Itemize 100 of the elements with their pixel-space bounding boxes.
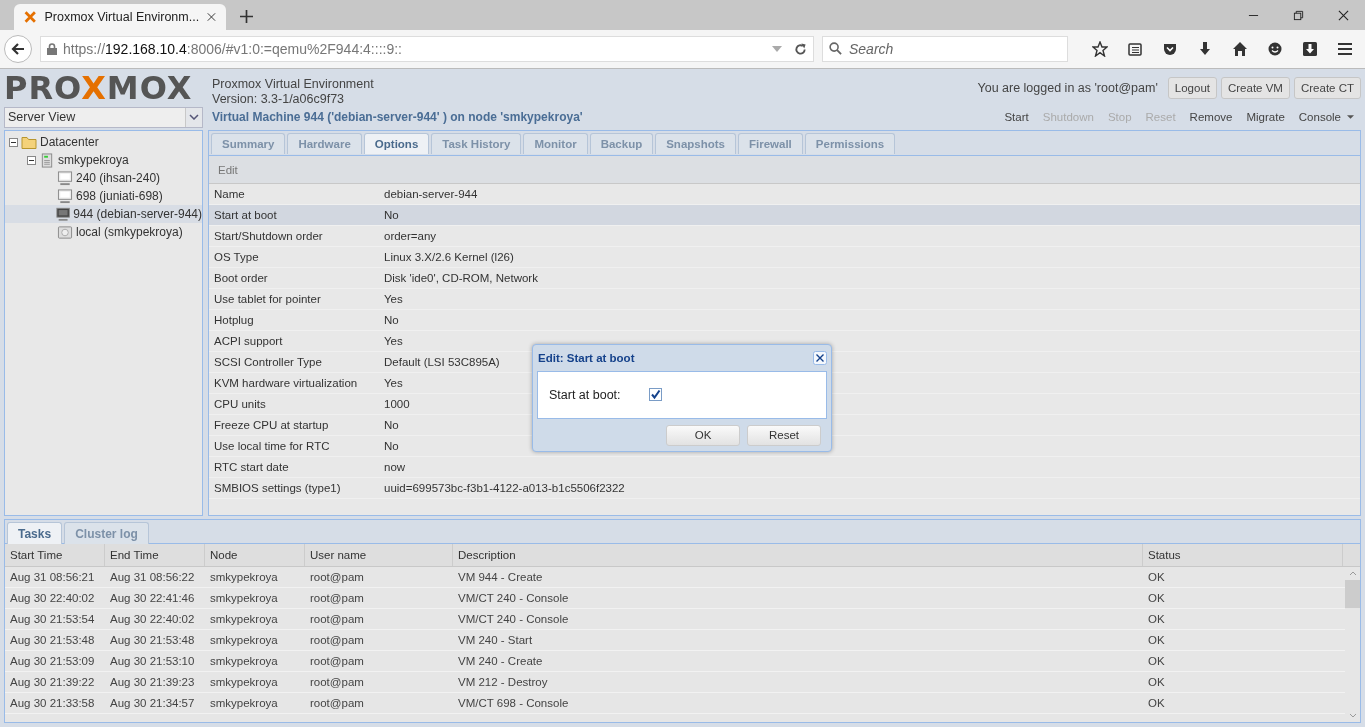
column-header[interactable]: User name <box>305 544 453 566</box>
option-name: SCSI Controller Type <box>213 356 323 368</box>
table-cell-text: Aug 30 21:39:22 <box>9 676 96 688</box>
option-name: OS Type <box>213 251 260 263</box>
action-button[interactable]: Remove <box>1182 111 1240 123</box>
collapse-toggle-icon[interactable] <box>9 137 18 147</box>
option-name: Freeze CPU at startup <box>213 419 330 431</box>
action-button[interactable]: Console <box>1291 111 1361 123</box>
view-select[interactable]: Server View <box>4 106 203 128</box>
list-icon[interactable] <box>1127 41 1143 57</box>
table-cell-text: Aug 31 08:56:21 <box>9 571 96 583</box>
dialog-button[interactable]: Reset <box>747 424 821 446</box>
option-value: No <box>384 209 399 221</box>
option-row[interactable]: Hotplug No <box>209 310 1360 331</box>
login-status: You are logged in as 'root@pam' <box>977 80 1158 95</box>
column-header[interactable]: Description <box>453 544 1143 566</box>
chevron-down-icon <box>189 114 199 120</box>
option-value: Default (LSI 53C895A) <box>384 356 500 368</box>
table-cell-text: VM 240 - Start <box>457 634 534 646</box>
table-cell-text: OK <box>1147 634 1166 646</box>
dialog-title: Edit: Start at boot <box>537 352 636 364</box>
table-cell-text: Aug 30 21:33:58 <box>9 697 96 709</box>
search-field[interactable]: Search <box>822 36 1068 62</box>
option-row[interactable]: Use tablet for pointer Yes <box>209 289 1360 310</box>
scroll-thumb[interactable] <box>1345 580 1360 608</box>
option-name: RTC start date <box>213 461 290 473</box>
new-tab-icon[interactable] <box>240 10 253 23</box>
option-value: 1000 <box>384 398 410 410</box>
action-button[interactable]: Start <box>997 111 1036 123</box>
download-icon[interactable] <box>1197 41 1213 57</box>
header-button[interactable]: Create CT <box>1293 76 1361 99</box>
table-cell-text: OK <box>1147 655 1166 667</box>
dialog-button[interactable]: OK <box>666 424 740 446</box>
column-header[interactable]: Node <box>205 544 305 566</box>
header-button[interactable]: Logout <box>1167 76 1217 99</box>
table-cell-text: smkypekroya <box>209 676 279 688</box>
back-button[interactable] <box>4 35 32 63</box>
option-row[interactable]: Start/Shutdown order order=any <box>209 226 1360 247</box>
table-cell-text: Aug 30 21:53:48 <box>9 634 96 646</box>
tab[interactable]: Tasks <box>7 522 63 544</box>
option-row[interactable]: Start at boot No <box>209 205 1360 226</box>
option-value: Yes <box>384 293 403 305</box>
option-value: now <box>384 461 406 473</box>
column-header[interactable]: Start Time <box>5 544 105 566</box>
home-icon[interactable] <box>1232 41 1248 57</box>
column-header[interactable]: Status <box>1143 544 1343 566</box>
close-icon[interactable] <box>1338 9 1349 21</box>
table-cell-text: Aug 30 21:53:10 <box>109 655 196 667</box>
server-icon <box>39 152 55 168</box>
option-name: CPU units <box>213 398 267 410</box>
table-cell-text: Aug 30 21:39:23 <box>109 676 196 688</box>
monitor-icon <box>56 206 71 222</box>
proxmox-logo: PROXMOX <box>4 72 194 103</box>
address-bar[interactable]: https://192.168.10.4:8006/#v1:0:=qemu%2F944:4::::9:: <box>40 36 814 62</box>
table-cell-text: root@pam <box>309 592 365 604</box>
tree-item[interactable]: smkypekroya <box>5 151 202 169</box>
table-cell-text: root@pam <box>309 676 365 688</box>
smiley-icon[interactable] <box>1267 41 1283 57</box>
download-box-icon[interactable] <box>1302 41 1318 57</box>
folder-icon <box>21 134 37 150</box>
option-value: order=any <box>384 230 437 242</box>
table-cell-text: Aug 30 22:40:02 <box>9 592 96 604</box>
table-cell-text: OK <box>1147 676 1166 688</box>
option-value: Yes <box>384 335 403 347</box>
action-button[interactable]: Migrate <box>1239 111 1292 123</box>
tree-item[interactable]: 944 (debian-server-944) <box>5 205 202 223</box>
menu-icon[interactable] <box>1337 41 1353 57</box>
close-icon[interactable] <box>813 351 827 365</box>
option-row[interactable]: RTC start date now <box>209 457 1360 478</box>
tree-item[interactable]: 240 (ihsan-240) <box>5 169 202 187</box>
table-cell-text: VM 944 - Create <box>457 571 544 583</box>
star-icon[interactable] <box>1092 41 1108 57</box>
table-cell-text: smkypekroya <box>209 697 279 709</box>
collapse-toggle-icon[interactable] <box>27 155 36 165</box>
header-button[interactable]: Create VM <box>1221 76 1290 99</box>
tree-item[interactable]: 698 (juniati-698) <box>5 187 202 205</box>
table-cell-text: Aug 30 21:53:09 <box>9 655 96 667</box>
option-row[interactable]: SMBIOS settings (type1) uuid=699573bc-f3b1-4122-a013-b1c5506f2322 <box>209 478 1360 499</box>
table-cell-text: Aug 30 22:41:46 <box>109 592 196 604</box>
column-header[interactable]: End Time <box>105 544 205 566</box>
option-row[interactable]: Boot order Disk 'ide0', CD-ROM, Network <box>209 268 1360 289</box>
table-cell-text: VM 212 - Destroy <box>457 676 549 688</box>
table-cell-text: VM/CT 698 - Console <box>457 697 570 709</box>
option-value: No <box>384 314 399 326</box>
tree-item[interactable]: Datacenter <box>5 133 202 151</box>
option-name: SMBIOS settings (type1) <box>213 482 342 494</box>
option-row[interactable]: OS Type Linux 3.X/2.6 Kernel (l26) <box>209 247 1360 268</box>
pocket-icon[interactable] <box>1162 41 1178 57</box>
browser-tab[interactable]: Proxmox Virtual Environm... <box>14 4 226 30</box>
tab[interactable]: Options <box>363 133 430 154</box>
table-cell-text: smkypekroya <box>209 592 279 604</box>
tree-item[interactable]: local (smkypekroya) <box>5 223 202 241</box>
table-cell-text: Aug 30 22:40:02 <box>109 613 196 625</box>
table-cell-text: smkypekroya <box>209 634 279 646</box>
option-name: Hotplug <box>213 314 255 326</box>
restore-icon[interactable] <box>1293 9 1304 21</box>
reload-icon[interactable] <box>794 42 807 56</box>
checkbox[interactable] <box>648 387 662 401</box>
option-value: debian-server-944 <box>384 188 478 200</box>
table-cell-text: OK <box>1147 571 1166 583</box>
